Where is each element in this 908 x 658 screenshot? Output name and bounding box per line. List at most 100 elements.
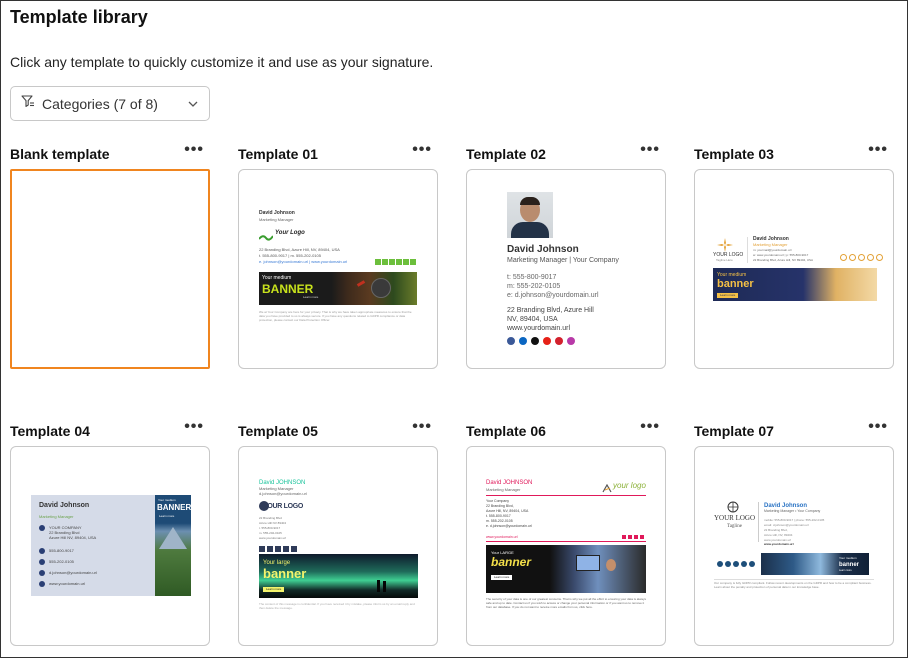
signature-info-2: Azure Hill NV 89404 bbox=[259, 521, 287, 525]
more-options-icon[interactable]: ••• bbox=[868, 418, 888, 436]
divider bbox=[747, 237, 748, 263]
signature-email: d.johnson@yourdomain.url bbox=[259, 491, 307, 496]
social-icon bbox=[267, 546, 273, 552]
banner-main-text: BANNER bbox=[157, 503, 192, 512]
mountain-shape bbox=[159, 527, 187, 549]
social-icon bbox=[634, 535, 638, 539]
more-options-icon[interactable]: ••• bbox=[412, 418, 432, 436]
signature-logo-text: Your Logo bbox=[275, 230, 305, 236]
banner-button: Learn more bbox=[303, 295, 319, 299]
categories-filter-button[interactable]: Categories (7 of 8) bbox=[10, 86, 210, 121]
social-icon bbox=[275, 546, 281, 552]
banner-image: Your large banner Learn more bbox=[259, 554, 418, 598]
signature-logo-text: YOUR LOGO bbox=[714, 514, 756, 522]
banner-small-text: Your medium bbox=[262, 275, 292, 281]
signature-info-5: www.yourdomain.url bbox=[259, 536, 287, 540]
template-thumbnail-04[interactable]: David Johnson Marketing Manager YOUR COM… bbox=[10, 446, 210, 646]
template-thumbnail-05[interactable]: David JOHNSON Marketing Manager d.johnso… bbox=[238, 446, 438, 646]
banner-button: Learn more bbox=[263, 587, 285, 592]
banner-main-text: banner bbox=[717, 278, 754, 290]
signature-role: Marketing Manager bbox=[39, 514, 74, 519]
social-icon bbox=[622, 535, 626, 539]
template-thumbnail-blank[interactable] bbox=[10, 169, 210, 369]
banner-image: Your medium banner Learn more bbox=[761, 553, 869, 575]
youtube-icon bbox=[543, 337, 551, 345]
social-icon bbox=[403, 259, 409, 265]
logo-icon bbox=[258, 229, 274, 247]
logo-tagline: Tagline bbox=[727, 524, 742, 529]
banner-main-text: BANNER bbox=[262, 282, 314, 296]
signature-company: Your Company bbox=[486, 499, 510, 503]
linkedin-icon bbox=[519, 337, 527, 345]
signature-line-3: 22 Branding Blvd, Azure Hill, NV 89404, … bbox=[753, 258, 814, 262]
signature-name: David Johnson bbox=[507, 244, 579, 255]
signature-address-1: 22 Branding Blvd, Azure Hill bbox=[507, 307, 594, 314]
signature-role: Marketing Manager bbox=[486, 487, 521, 492]
social-icon bbox=[867, 254, 874, 261]
card-header: Template 07 ••• bbox=[694, 418, 894, 440]
signature-phone-t: t: 555-800-9017 bbox=[507, 274, 557, 281]
more-options-icon[interactable]: ••• bbox=[184, 141, 204, 159]
more-options-icon[interactable]: ••• bbox=[868, 141, 888, 159]
signature-card: David Johnson Marketing Manager YOUR COM… bbox=[31, 495, 191, 596]
signature-phone-2: 555-202-0105 bbox=[49, 559, 74, 564]
template-thumbnail-06[interactable]: David JOHNSON Marketing Manager your log… bbox=[466, 446, 666, 646]
signature-line-1: m: yourmail@yourdomain.url bbox=[753, 248, 792, 252]
more-options-icon[interactable]: ••• bbox=[640, 141, 660, 159]
social-icon bbox=[291, 546, 297, 552]
divider bbox=[714, 579, 874, 580]
signature-role: Marketing Manager bbox=[753, 242, 788, 247]
signature-email: e. d.johnson@yourdomain.url bbox=[486, 524, 532, 528]
person-shape bbox=[606, 559, 616, 571]
divider bbox=[486, 541, 646, 542]
social-icon bbox=[717, 561, 723, 567]
signature-phone-1: 555-800-9017 bbox=[49, 548, 74, 553]
divider bbox=[486, 495, 646, 496]
more-options-icon[interactable]: ••• bbox=[412, 141, 432, 159]
signature-name: David Johnson bbox=[39, 502, 90, 509]
template-name: Template 01 bbox=[238, 146, 318, 162]
person-silhouette bbox=[383, 581, 386, 592]
banner-small-text: Your medium bbox=[839, 556, 857, 560]
email-icon bbox=[39, 570, 45, 576]
template-name: Template 04 bbox=[10, 423, 90, 439]
signature-info-1: 22 Branding Blvd bbox=[259, 516, 282, 520]
banner-image: Your LARGE banner Learn more bbox=[486, 545, 646, 593]
signature-address: 22 Branding Blvd, Azure Hill, NV, 89404,… bbox=[259, 247, 340, 252]
signature-line-1: mobile: 555-800-9017 | phone: 555-202-01… bbox=[764, 518, 825, 522]
x-icon bbox=[531, 337, 539, 345]
social-icon bbox=[375, 259, 381, 265]
template-thumbnail-03[interactable]: YOUR LOGO Tagline Here David Johnson Mar… bbox=[694, 169, 894, 369]
signature-email: d.johnson@yourdomain.url bbox=[49, 570, 97, 575]
more-options-icon[interactable]: ••• bbox=[184, 418, 204, 436]
signature-line-2: w: www.yourdomain.url | p: 555-800-9017 bbox=[753, 253, 809, 257]
signature-role: Marketing Manager • Your Company bbox=[764, 509, 821, 513]
social-icon bbox=[283, 546, 289, 552]
banner-image: Your medium BANNER Learn more bbox=[155, 495, 191, 596]
card-header: Template 04 ••• bbox=[10, 418, 210, 440]
social-icon bbox=[733, 561, 739, 567]
signature-disclaimer: The content of this message is confident… bbox=[259, 602, 415, 611]
banner-image: Your medium banner Learn more bbox=[713, 268, 877, 301]
signature-phone-2: m. 555-202-0105 bbox=[486, 519, 513, 523]
more-options-icon[interactable]: ••• bbox=[640, 418, 660, 436]
globe-icon bbox=[39, 581, 45, 587]
signature-name: David JOHNSON bbox=[486, 480, 533, 486]
signature-info-3: t. 555-800-9017 bbox=[259, 526, 281, 530]
signature-phones: t. 555-800-9017 | m. 555-202-0105 bbox=[259, 253, 321, 258]
template-name: Blank template bbox=[10, 146, 110, 162]
signature-role: Marketing Manager bbox=[259, 217, 294, 222]
template-thumbnail-07[interactable]: YOUR LOGO Tagline David Johnson Marketin… bbox=[694, 446, 894, 646]
template-thumbnail-02[interactable]: David Johnson Marketing Manager | Your C… bbox=[466, 169, 666, 369]
banner-main-text: banner bbox=[491, 555, 532, 569]
social-icon bbox=[259, 546, 265, 552]
facebook-icon bbox=[507, 337, 515, 345]
signature-website: www.yourdomain.url bbox=[49, 581, 86, 586]
template-name: Template 02 bbox=[466, 146, 546, 162]
card-header: Template 02 ••• bbox=[466, 141, 666, 163]
template-name: Template 06 bbox=[466, 423, 546, 439]
page-title: Template library bbox=[10, 7, 148, 27]
template-thumbnail-01[interactable]: David Johnson Marketing Manager Your Log… bbox=[238, 169, 438, 369]
template-library-panel: Template library Click any template to q… bbox=[0, 0, 908, 658]
signature-phone-1: t. 555-800-9017 bbox=[486, 514, 511, 518]
